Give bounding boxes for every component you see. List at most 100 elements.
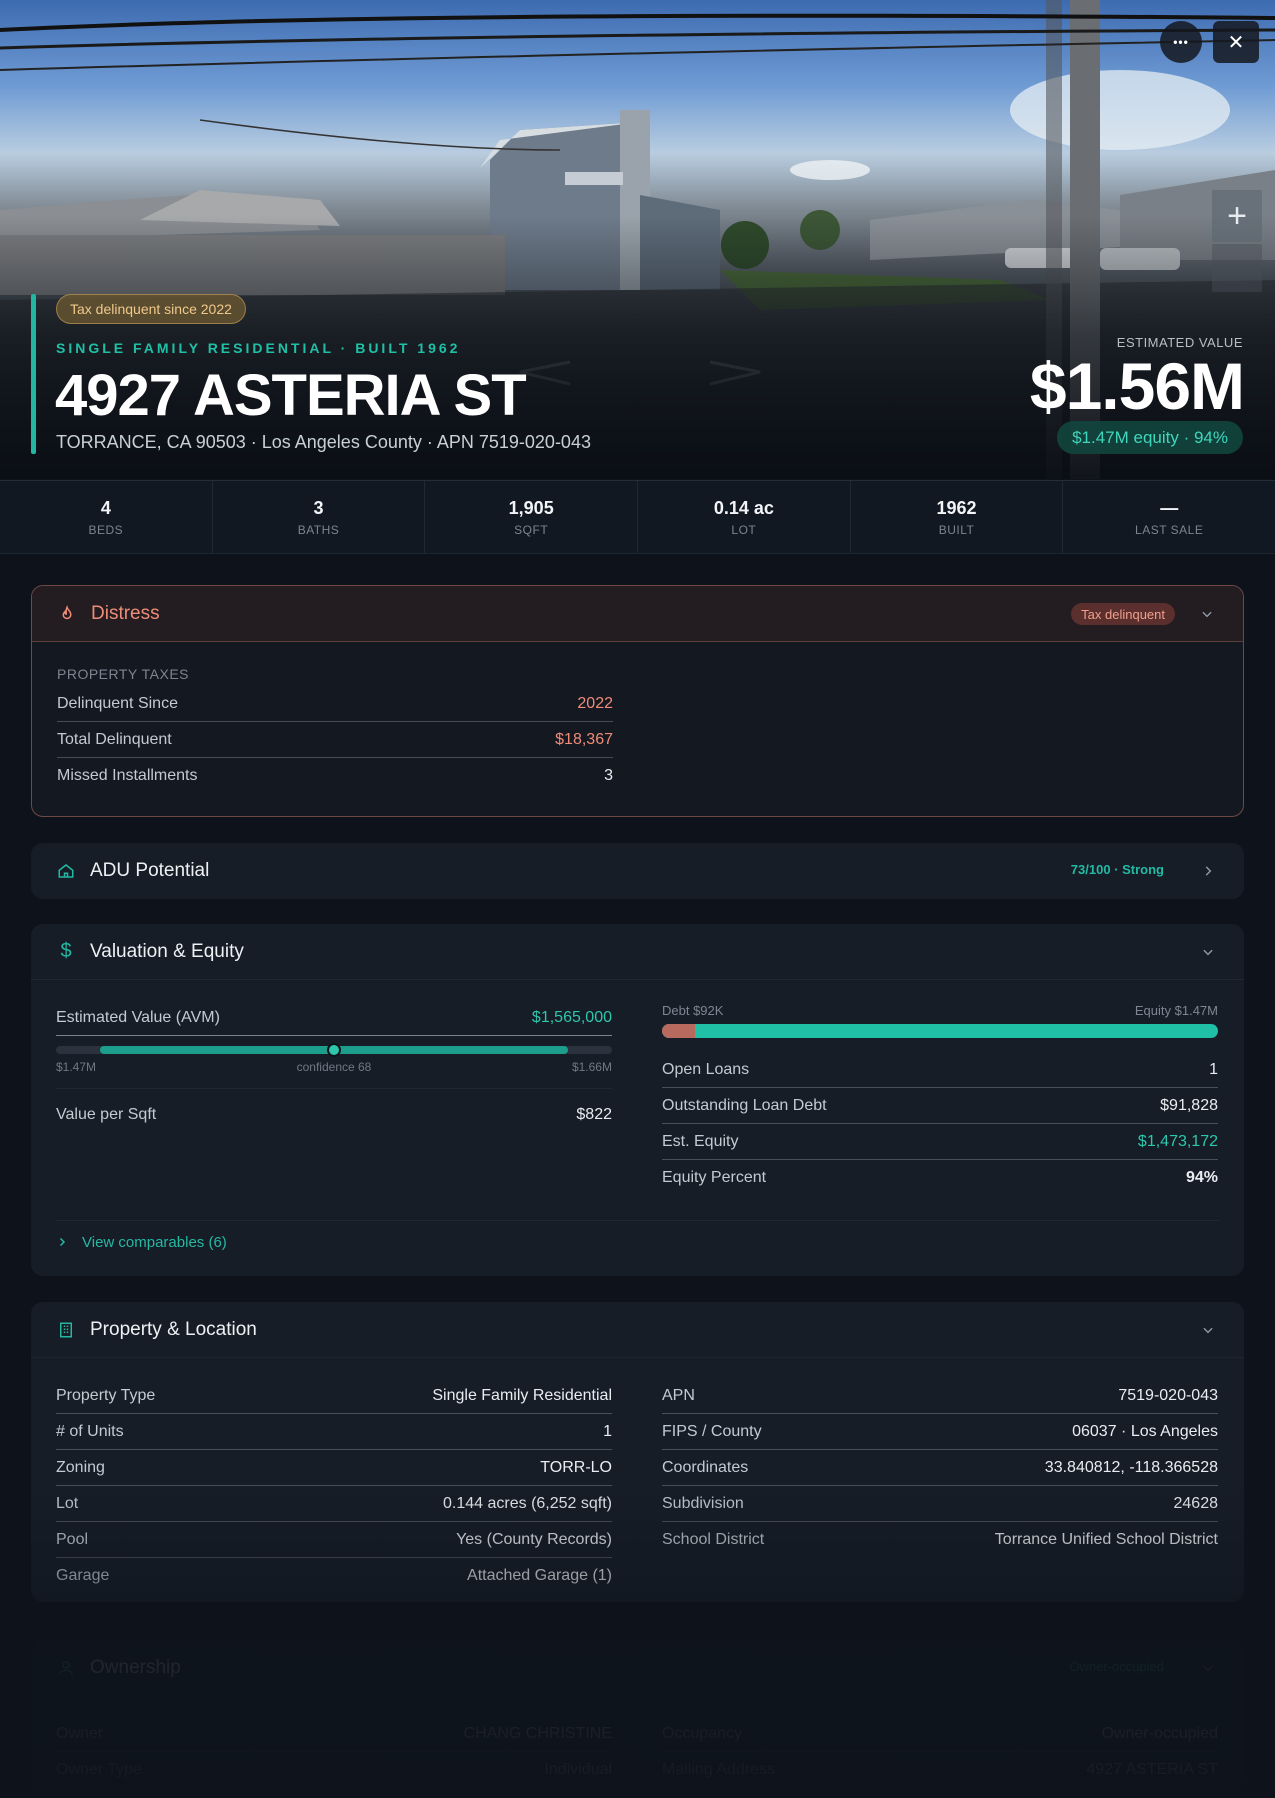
row-value: Individual bbox=[544, 1761, 612, 1778]
row-value: 06037 · Los Angeles bbox=[1072, 1422, 1218, 1440]
avm-value: $1,565,000 bbox=[531, 1008, 612, 1026]
row-value: 24628 bbox=[1173, 1494, 1219, 1512]
zoom-out-button[interactable] bbox=[1212, 244, 1262, 292]
row-value: 94% bbox=[1185, 1169, 1218, 1186]
row-key: School District bbox=[662, 1531, 765, 1548]
loan-row: Open Loans 1 bbox=[662, 1052, 1218, 1088]
hero-accent-bar bbox=[31, 294, 36, 454]
stat-label: BUILT bbox=[938, 522, 975, 537]
property-right-column: APN 7519-020-043 FIPS / County 06037 · Los… bbox=[662, 1378, 1218, 1558]
row-value: 3 bbox=[604, 767, 613, 784]
stat-label: BEDS bbox=[88, 522, 124, 537]
chevron-right-icon bbox=[56, 1235, 68, 1251]
more-options-button[interactable]: ••• bbox=[1160, 21, 1202, 63]
row-key: Value per Sqft bbox=[56, 1106, 157, 1123]
stat-value: 4 bbox=[100, 497, 111, 518]
loan-row: Est. Equity $1,473,172 bbox=[662, 1124, 1218, 1160]
zoom-in-button[interactable]: + bbox=[1212, 190, 1262, 242]
chevron-down-icon[interactable] bbox=[1198, 1658, 1218, 1678]
valuation-header[interactable]: $ Valuation & Equity bbox=[31, 924, 1244, 980]
property-left-column: Property Type Single Family Residential #… bbox=[56, 1378, 612, 1594]
property-row: Pool Yes (County Records) bbox=[56, 1522, 612, 1558]
stat-value: — bbox=[1160, 497, 1179, 518]
stat-sqft: 1,905 SQFT bbox=[425, 481, 639, 553]
user-icon bbox=[56, 1658, 76, 1678]
divider bbox=[56, 1220, 1219, 1221]
ownership-left-column: Owner CHANG CHRISTINE Owner Type Individua… bbox=[56, 1716, 612, 1788]
row-key: # of Units bbox=[56, 1422, 124, 1440]
row-key: Zoning bbox=[56, 1458, 105, 1476]
row-key: Missed Installments bbox=[57, 767, 198, 784]
row-value: Attached Garage (1) bbox=[467, 1567, 612, 1584]
value-per-sqft-row: Value per Sqft $822 bbox=[56, 1097, 612, 1133]
property-row: FIPS / County 06037 · Los Angeles bbox=[662, 1414, 1218, 1450]
tax-row: Total Delinquent $18,367 bbox=[57, 722, 613, 758]
close-button[interactable]: ✕ bbox=[1213, 21, 1259, 63]
chevron-down-icon[interactable] bbox=[1197, 604, 1217, 624]
row-key: Est. Equity bbox=[662, 1132, 739, 1150]
row-key: Equity Percent bbox=[662, 1169, 767, 1186]
chevron-right-icon[interactable] bbox=[1198, 861, 1218, 881]
row-value: Single Family Residential bbox=[432, 1386, 612, 1404]
row-value: $1,473,172 bbox=[1137, 1132, 1218, 1150]
stat-value: 1,905 bbox=[508, 497, 554, 518]
ownership-card: Ownership Owner-occupied Owner CHANG CHRI… bbox=[31, 1640, 1244, 1798]
property-row: Zoning TORR-LO bbox=[56, 1450, 612, 1486]
home-icon bbox=[56, 861, 76, 881]
distress-header[interactable]: Distress Tax delinquent bbox=[32, 586, 1243, 642]
property-row: Lot 0.144 acres (6,252 sqft) bbox=[56, 1486, 612, 1522]
valuation-title: Valuation & Equity bbox=[90, 940, 244, 962]
chevron-down-icon[interactable] bbox=[1198, 942, 1218, 962]
stat-label: SQFT bbox=[514, 522, 549, 537]
row-value: 2022 bbox=[577, 694, 613, 712]
stat-value: 3 bbox=[313, 497, 324, 518]
stat-value: 0.14 ac bbox=[713, 497, 774, 518]
property-row: APN 7519-020-043 bbox=[662, 1378, 1218, 1414]
valuation-equity-card: $ Valuation & Equity Estimated Value (AV… bbox=[31, 924, 1244, 1276]
property-title: Property & Location bbox=[90, 1318, 257, 1340]
row-key: Mailing Address bbox=[662, 1761, 775, 1778]
stat-label: LAST SALE bbox=[1135, 522, 1204, 537]
row-value: Torrance Unified School District bbox=[994, 1531, 1218, 1548]
row-key: Garage bbox=[56, 1567, 110, 1584]
row-value: $91,828 bbox=[1160, 1096, 1218, 1114]
adu-header[interactable]: ADU Potential 73/100 · Strong bbox=[31, 843, 1244, 899]
stat-value: 1962 bbox=[936, 497, 977, 518]
debt-portion bbox=[662, 1024, 696, 1038]
tax-delinquent-badge: Tax delinquent since 2022 bbox=[56, 294, 246, 324]
equity-label: Equity $1.47M bbox=[1134, 1003, 1218, 1018]
row-key: Occupancy bbox=[662, 1724, 743, 1742]
valuation-right-column: Debt $92K Equity $1.47M Open Loans 1 Outs… bbox=[662, 1003, 1218, 1196]
view-comparables-link[interactable]: View comparables (6) bbox=[56, 1234, 227, 1251]
row-value: 7519-020-043 bbox=[1118, 1386, 1218, 1404]
stat-label: BATHS bbox=[297, 522, 340, 537]
row-key: Owner bbox=[56, 1724, 104, 1742]
row-value: 1 bbox=[1209, 1060, 1218, 1078]
ownership-header[interactable]: Ownership Owner-occupied bbox=[31, 1640, 1244, 1696]
adu-potential-card[interactable]: ADU Potential 73/100 · Strong bbox=[31, 843, 1244, 899]
divider bbox=[56, 1088, 612, 1089]
avm-confidence-range: $1.47M confidence 68 $1.66M bbox=[56, 1043, 612, 1074]
row-value: $822 bbox=[576, 1106, 612, 1123]
stat-label: LOT bbox=[731, 522, 757, 537]
ownership-title: Ownership bbox=[90, 1657, 181, 1678]
row-key: FIPS / County bbox=[662, 1422, 762, 1440]
property-row: # of Units 1 bbox=[56, 1414, 612, 1450]
adu-title: ADU Potential bbox=[90, 860, 210, 881]
property-taxes-label: PROPERTY TAXES bbox=[57, 666, 190, 682]
flame-icon bbox=[57, 604, 77, 624]
ownership-row: Mailing Address 4927 ASTERIA ST bbox=[662, 1752, 1218, 1788]
row-key: Pool bbox=[56, 1530, 89, 1548]
property-subtitle: SINGLE FAMILY RESIDENTIAL · BUILT 1962 bbox=[56, 340, 461, 356]
tax-row: Missed Installments 3 bbox=[57, 758, 613, 794]
row-key: Delinquent Since bbox=[57, 694, 178, 712]
property-header[interactable]: Property & Location bbox=[31, 1302, 1244, 1358]
property-row: Garage Attached Garage (1) bbox=[56, 1558, 612, 1594]
row-key: Open Loans bbox=[662, 1060, 750, 1078]
stat-last-sale: — LAST SALE bbox=[1063, 481, 1275, 553]
chevron-down-icon[interactable] bbox=[1198, 1320, 1218, 1340]
plus-icon: + bbox=[1227, 196, 1247, 235]
distress-title: Distress bbox=[91, 602, 160, 624]
property-stats-bar: 4 BEDS 3 BATHS 1,905 SQFT 0.14 ac LOT 1962 BU… bbox=[0, 480, 1275, 554]
property-location-line: TORRANCE, CA 90503 · Los Angeles County … bbox=[56, 432, 591, 452]
